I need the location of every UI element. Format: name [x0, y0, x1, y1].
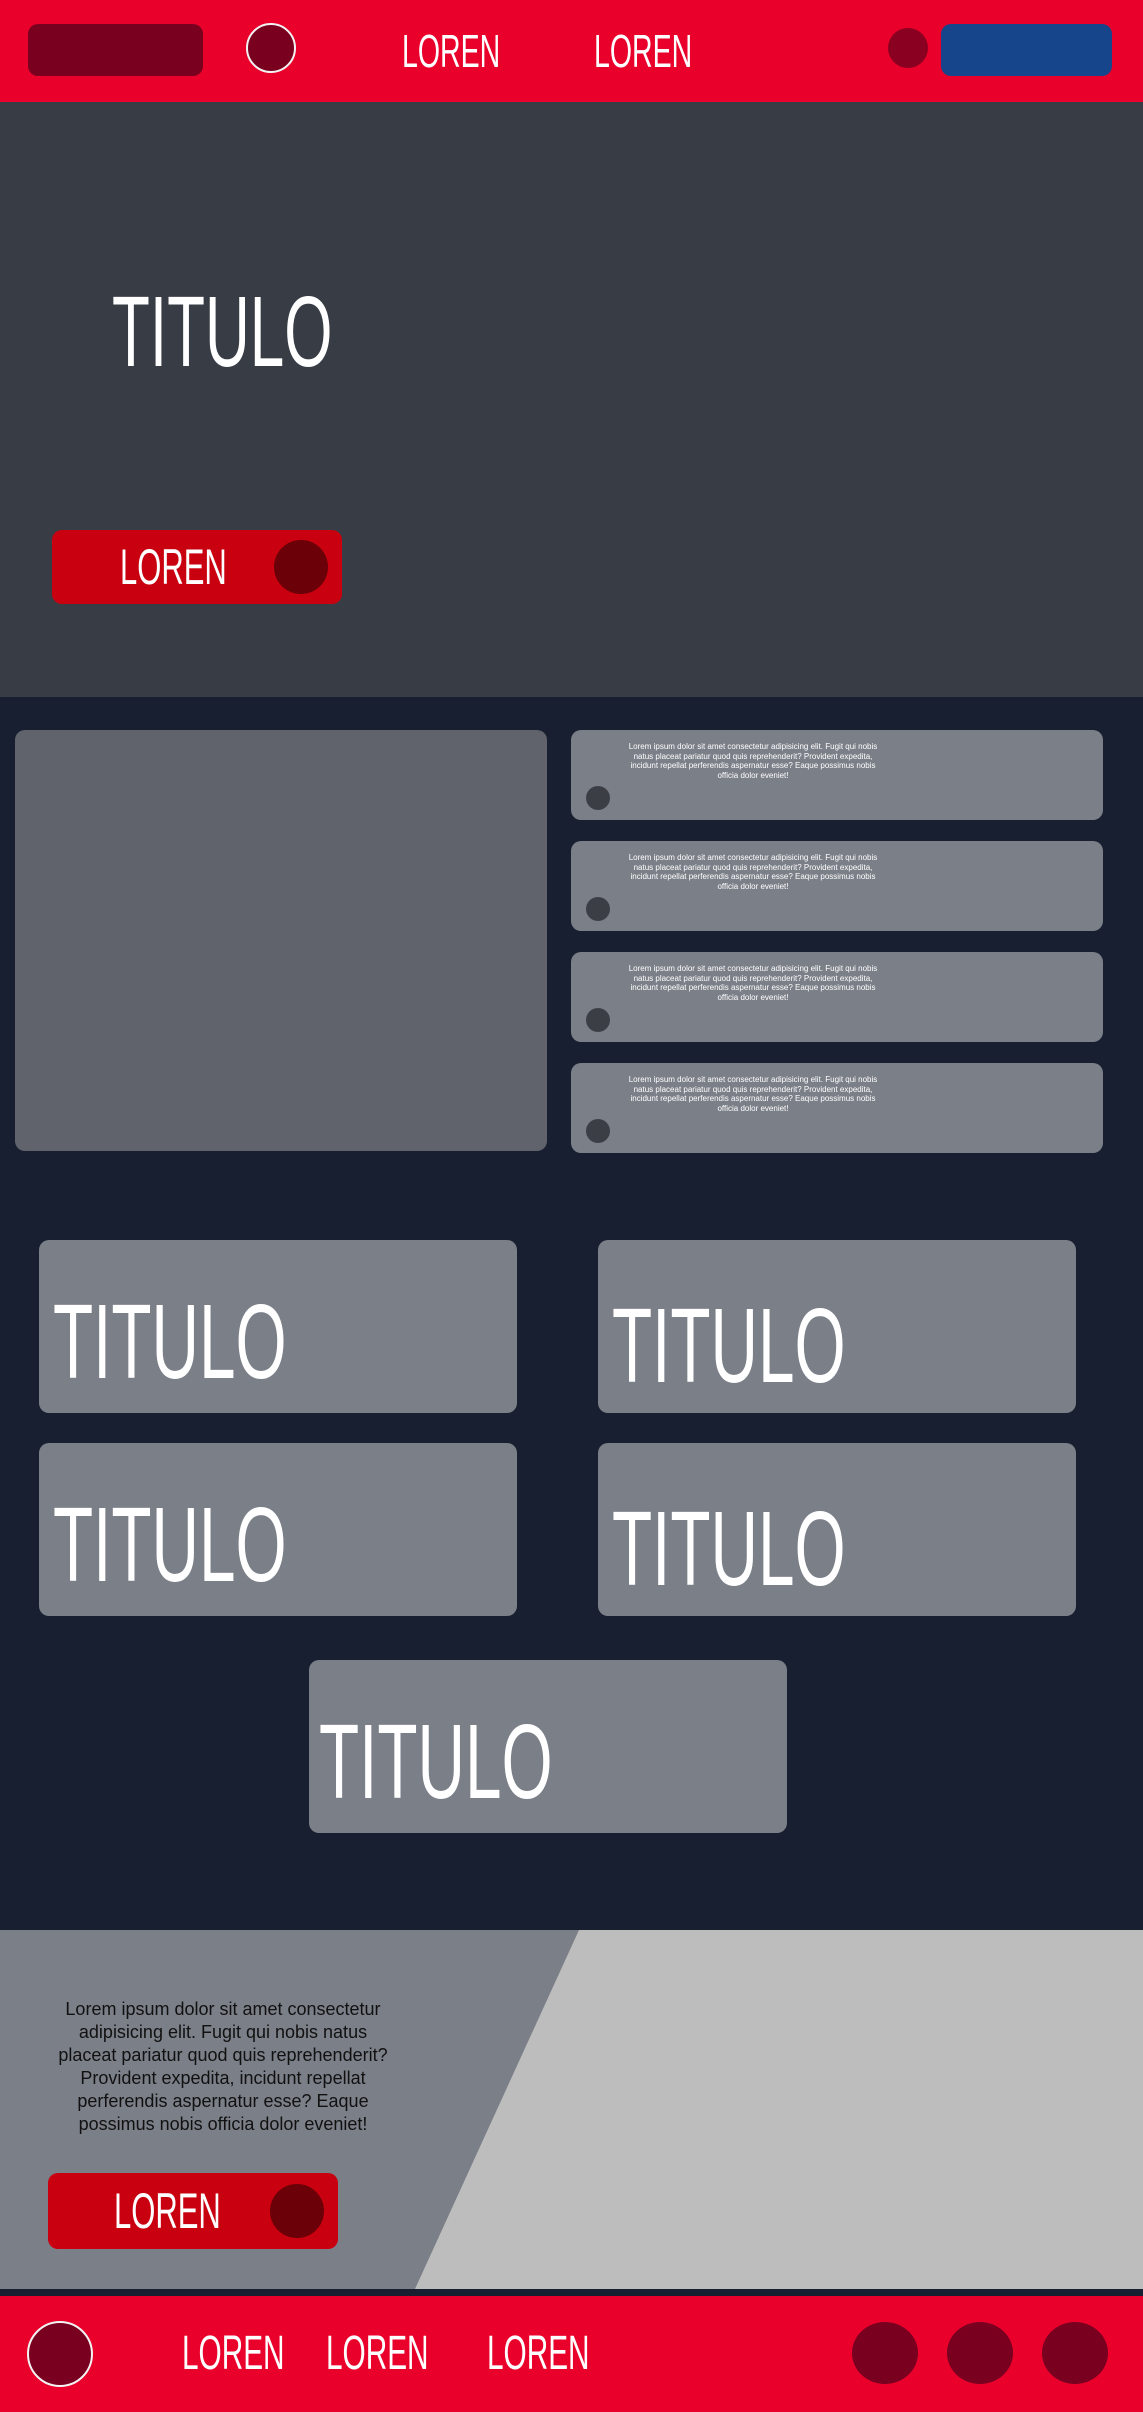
- tile-1[interactable]: TITULO: [39, 1240, 517, 1413]
- tile-2-title: TITULO: [612, 1287, 846, 1405]
- header-dot-icon[interactable]: [888, 28, 928, 68]
- nav-link-1-label: LOREN: [402, 25, 501, 77]
- footer-logo-icon[interactable]: [27, 2321, 93, 2387]
- header-left-button[interactable]: [28, 24, 203, 76]
- footer-social-icon-2[interactable]: [947, 2322, 1013, 2384]
- banner-cta-button[interactable]: LOREN: [48, 2173, 338, 2249]
- hero-cta-circle-icon: [274, 540, 328, 594]
- tile-5-title: TITULO: [319, 1703, 553, 1821]
- feature-card-2-circle-icon: [586, 897, 610, 921]
- feature-card-2: Lorem ipsum dolor sit amet consectetur a…: [571, 841, 1103, 931]
- hero-section: TITULO LOREN: [0, 102, 1143, 697]
- header-logo-icon[interactable]: [246, 23, 296, 73]
- hero-cta-label: LOREN: [120, 539, 227, 595]
- tile-1-title: TITULO: [53, 1283, 287, 1401]
- feature-card-1-text: Lorem ipsum dolor sit amet consectetur a…: [628, 742, 878, 780]
- feature-card-3-circle-icon: [586, 1008, 610, 1032]
- tile-4[interactable]: TITULO: [598, 1443, 1076, 1616]
- footer-link-3-label: LOREN: [487, 2327, 590, 2380]
- feature-card-2-text: Lorem ipsum dolor sit amet consectetur a…: [628, 853, 878, 891]
- footer-social-icon-1[interactable]: [852, 2322, 918, 2384]
- bottom-banner: Lorem ipsum dolor sit amet consectetur a…: [0, 1930, 1143, 2289]
- hero-title: TITULO: [112, 276, 333, 388]
- footer-social-icon-3[interactable]: [1042, 2322, 1108, 2384]
- feature-card-4-text: Lorem ipsum dolor sit amet consectetur a…: [628, 1075, 878, 1113]
- banner-text: Lorem ipsum dolor sit amet consectetur a…: [58, 1999, 388, 2134]
- feature-card-4: Lorem ipsum dolor sit amet consectetur a…: [571, 1063, 1103, 1153]
- footer: LOREN LOREN LOREN: [0, 2296, 1143, 2412]
- nav-link-2-label: LOREN: [594, 25, 693, 77]
- nav-link-1[interactable]: LOREN: [402, 22, 560, 80]
- footer-link-2-label: LOREN: [326, 2327, 429, 2380]
- top-navbar: LOREN LOREN: [0, 0, 1143, 102]
- feature-card-4-circle-icon: [586, 1119, 610, 1143]
- footer-link-2[interactable]: LOREN: [326, 2324, 491, 2384]
- header-right-button[interactable]: [941, 24, 1112, 76]
- tile-3[interactable]: TITULO: [39, 1443, 517, 1616]
- tile-4-title: TITULO: [612, 1490, 846, 1608]
- footer-link-1[interactable]: LOREN: [182, 2324, 347, 2384]
- footer-link-1-label: LOREN: [182, 2327, 285, 2380]
- tile-2[interactable]: TITULO: [598, 1240, 1076, 1413]
- footer-link-3[interactable]: LOREN: [487, 2324, 652, 2384]
- feature-card-3: Lorem ipsum dolor sit amet consectetur a…: [571, 952, 1103, 1042]
- tile-3-title: TITULO: [53, 1486, 287, 1604]
- feature-card-1-circle-icon: [586, 786, 610, 810]
- feature-image-placeholder: [15, 730, 547, 1151]
- banner-cta-label: LOREN: [114, 2183, 221, 2239]
- nav-link-2[interactable]: LOREN: [594, 22, 752, 80]
- feature-card-3-text: Lorem ipsum dolor sit amet consectetur a…: [628, 964, 878, 1002]
- banner-cta-circle-icon: [270, 2184, 324, 2238]
- feature-card-1: Lorem ipsum dolor sit amet consectetur a…: [571, 730, 1103, 820]
- tile-5[interactable]: TITULO: [309, 1660, 787, 1833]
- hero-cta-button[interactable]: LOREN: [52, 530, 342, 604]
